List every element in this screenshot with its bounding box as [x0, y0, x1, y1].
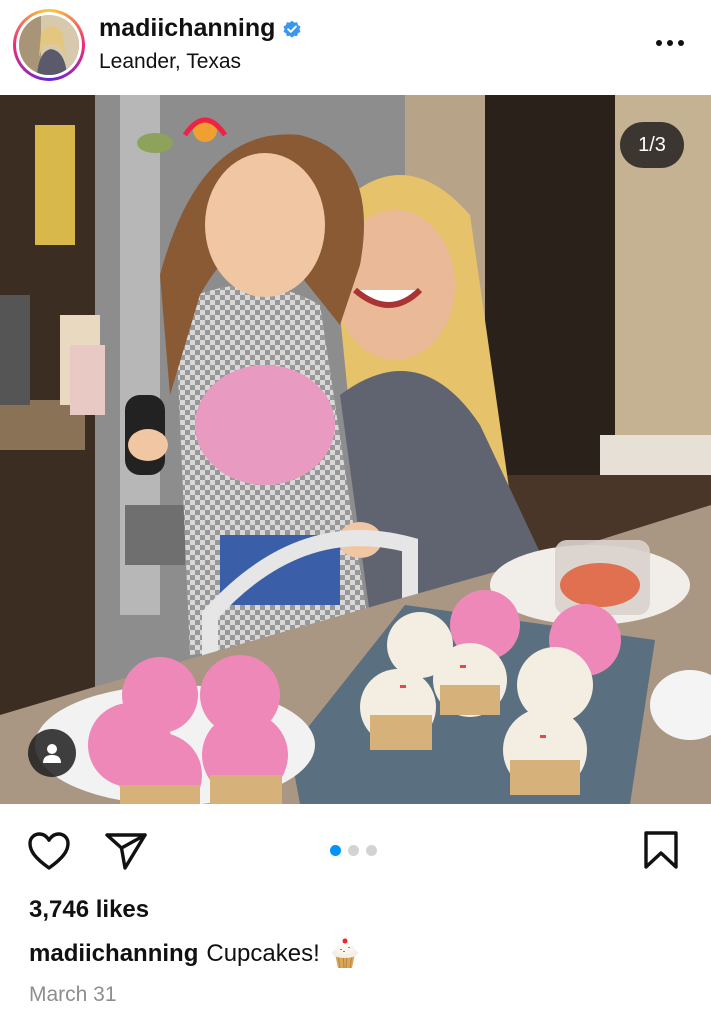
avatar-image — [19, 15, 79, 75]
bookmark-icon — [643, 831, 679, 874]
like-button[interactable] — [27, 831, 71, 876]
caption-text: Cupcakes! — [206, 940, 320, 967]
verified-badge-icon — [282, 19, 302, 39]
post-location[interactable]: Leander, Texas — [99, 50, 241, 74]
action-bar — [0, 804, 711, 894]
save-button[interactable] — [643, 830, 679, 875]
like-count[interactable]: 3,746 likes — [29, 896, 149, 924]
media-counter-badge: 1/3 — [620, 122, 684, 168]
cupcake-emoji-icon — [330, 938, 360, 970]
post-image — [0, 95, 711, 804]
post-photo[interactable]: 1/3 — [0, 95, 711, 804]
heart-icon — [27, 832, 71, 875]
caption-username[interactable]: madiichanning — [29, 940, 198, 968]
paper-plane-icon — [104, 833, 148, 875]
username[interactable]: madiichanning — [99, 14, 275, 43]
share-button[interactable] — [104, 831, 148, 876]
carousel-dot-1 — [330, 845, 341, 856]
more-options-icon — [655, 34, 685, 52]
avatar[interactable] — [13, 9, 85, 81]
person-tag-icon — [41, 742, 63, 764]
post-caption: madiichanning Cupcakes! — [29, 938, 360, 970]
carousel-indicator — [330, 845, 377, 856]
carousel-dot-3 — [366, 845, 377, 856]
post-header: madiichanning Leander, Texas — [0, 0, 711, 95]
carousel-dot-2 — [348, 845, 359, 856]
tagged-people-button[interactable] — [28, 729, 76, 777]
more-options-button[interactable] — [650, 30, 690, 56]
post-date: March 31 — [29, 983, 117, 1006]
